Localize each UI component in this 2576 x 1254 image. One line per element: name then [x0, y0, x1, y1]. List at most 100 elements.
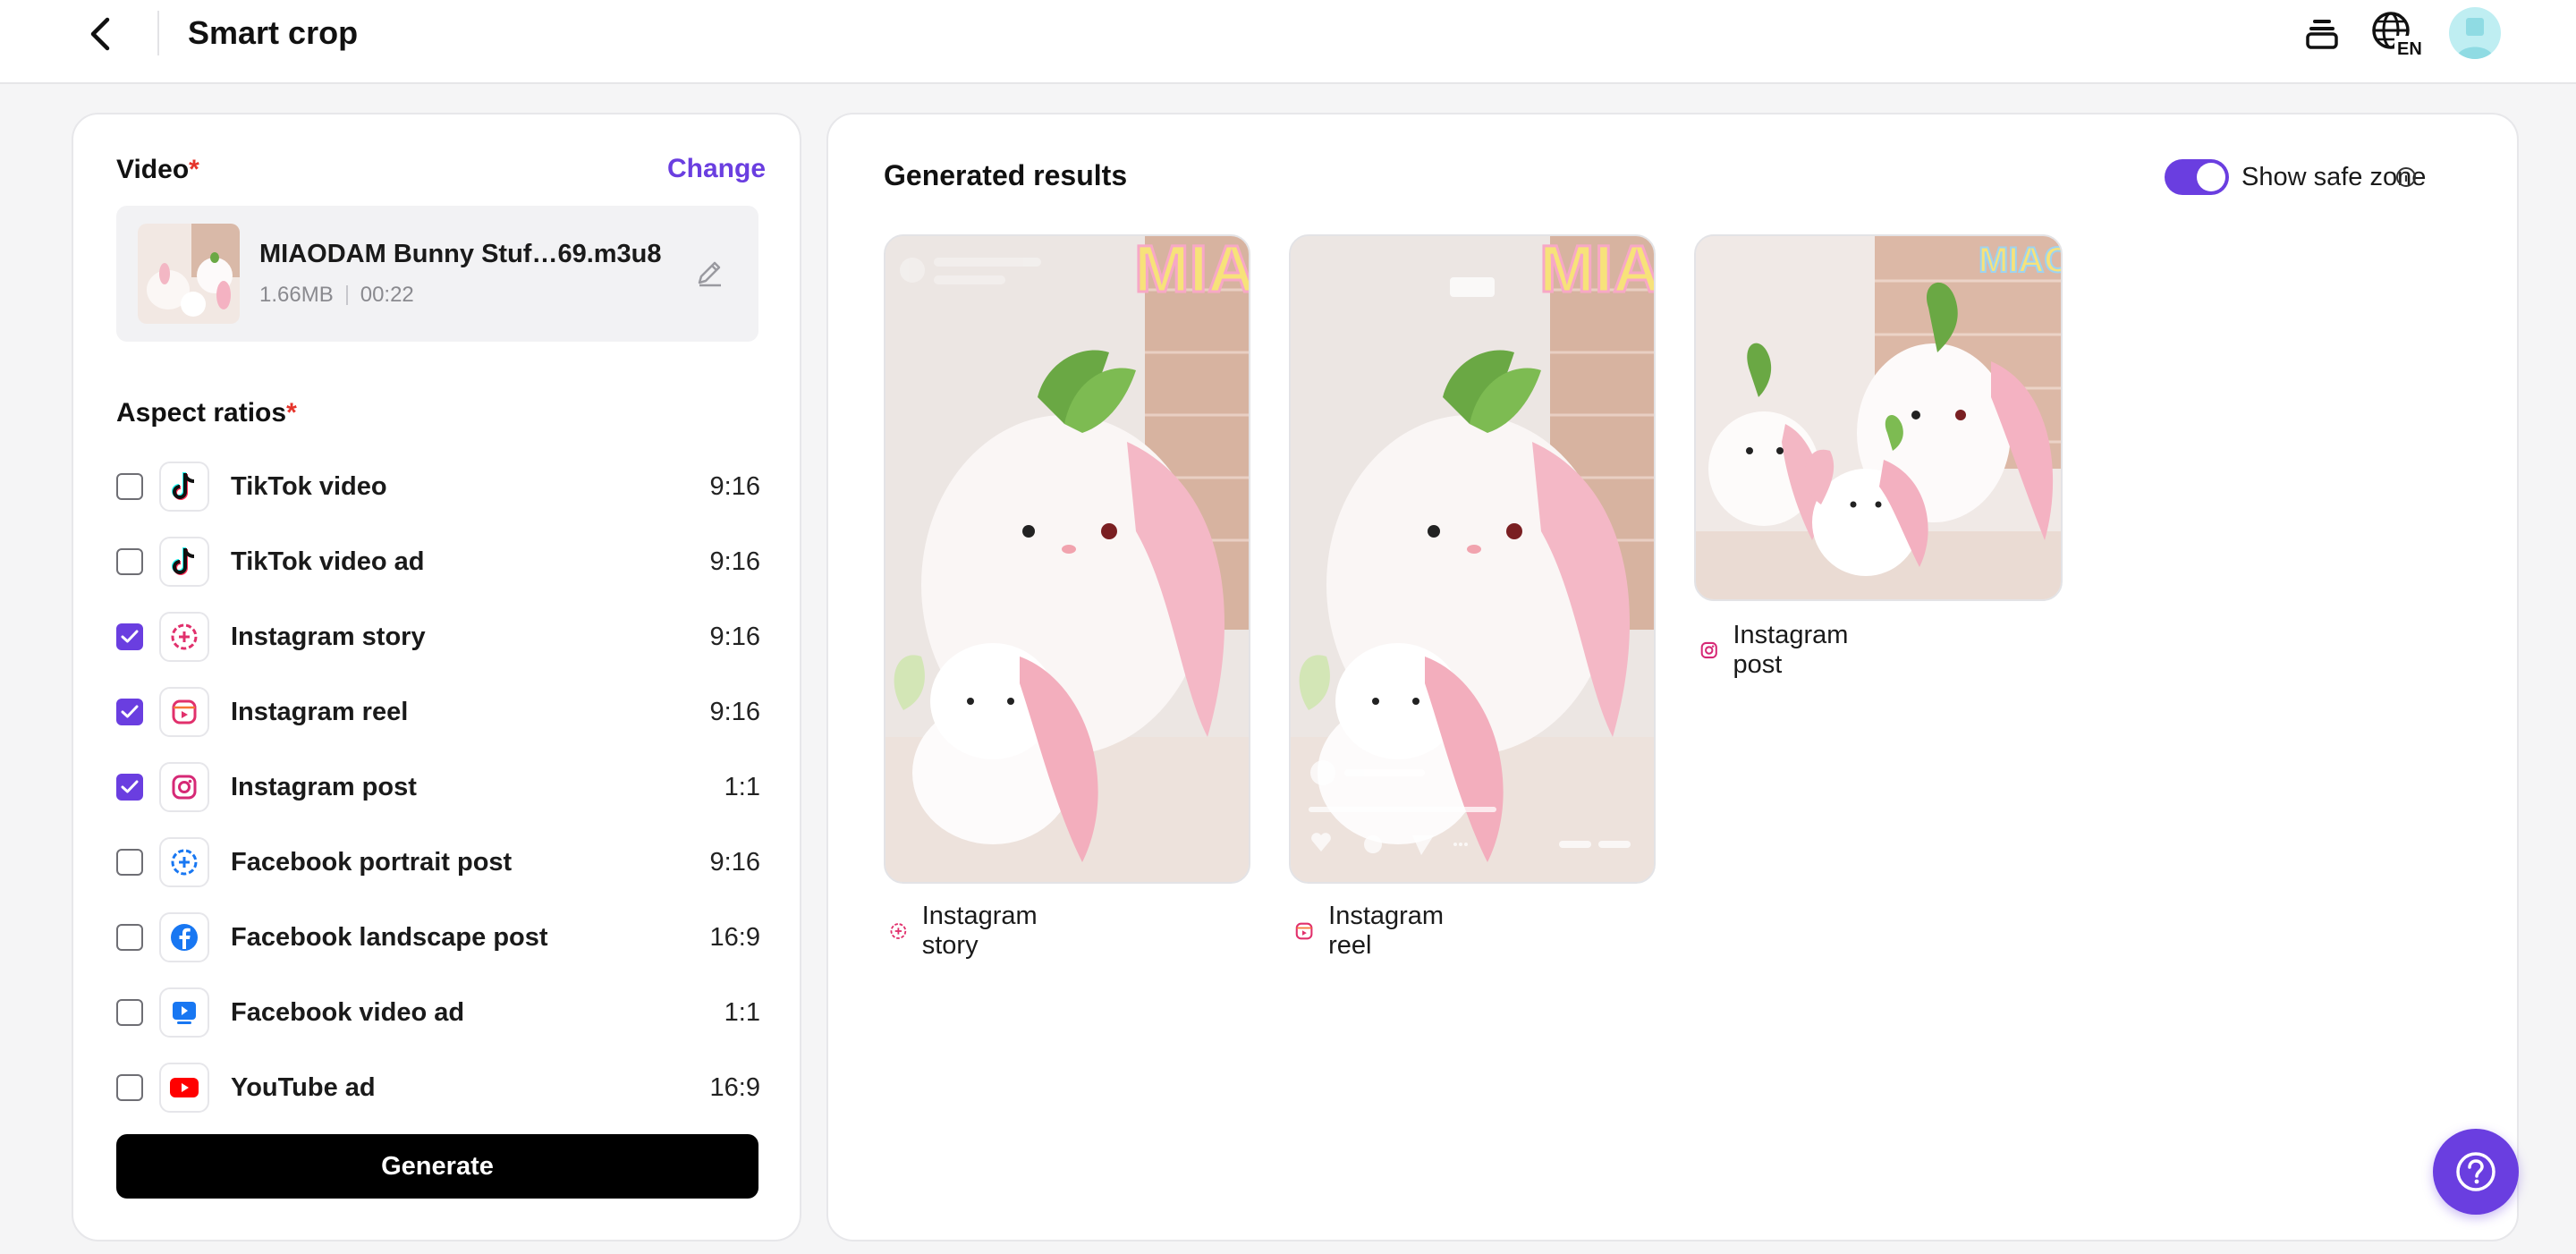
- checkbox-youtube-ad[interactable]: [116, 1074, 143, 1101]
- ratio-row-facebook-portrait-post[interactable]: Facebook portrait post 9:16: [116, 825, 760, 900]
- thumbnail-overlay-text: MIAO: [1539, 236, 1654, 306]
- ratio-label: Facebook video ad: [231, 998, 653, 1028]
- checkmark-icon: [121, 780, 139, 794]
- ratio-label: Instagram story: [231, 623, 653, 652]
- ratio-value: 1:1: [653, 998, 760, 1028]
- aspect-ratios-label: Aspect ratios*: [116, 397, 297, 429]
- ratio-label: Facebook landscape post: [231, 923, 653, 953]
- checkbox-tiktok-video[interactable]: [116, 473, 143, 500]
- ratio-row-instagram-reel[interactable]: Instagram reel 9:16: [116, 674, 760, 750]
- ratio-value: 16:9: [653, 1073, 760, 1103]
- ratio-row-instagram-post[interactable]: Instagram post 1:1: [116, 750, 760, 825]
- video-duration: 00:22: [360, 283, 414, 308]
- layers-button[interactable]: [2299, 9, 2345, 59]
- result-caption-text: Instagram reel: [1328, 902, 1451, 961]
- ratio-row-facebook-landscape-post[interactable]: Facebook landscape post 16:9: [116, 900, 760, 975]
- safe-zone-toggle[interactable]: [2165, 159, 2229, 195]
- avatar[interactable]: [2449, 7, 2501, 59]
- checkbox-instagram-post[interactable]: [116, 774, 143, 801]
- checkbox-facebook-portrait-post[interactable]: [116, 849, 143, 876]
- required-mark: *: [189, 155, 199, 184]
- results-panel: Generated results Show safe zone MIAO: [826, 113, 2519, 1241]
- ratio-row-tiktok-video-ad[interactable]: TikTok video ad 9:16: [116, 524, 760, 599]
- header-divider: [157, 11, 159, 55]
- checkbox-facebook-landscape-post[interactable]: [116, 924, 143, 951]
- required-mark: *: [286, 398, 297, 428]
- bunny-plush-image: MIAO: [1696, 236, 2061, 599]
- ratio-value: 9:16: [653, 848, 760, 877]
- video-meta: 1.66MB 00:22: [259, 283, 414, 308]
- bunny-plush-image: MIAO: [1291, 236, 1654, 882]
- result-caption: Instagram reel: [1294, 902, 1451, 961]
- bunny-plush-image: MIAO: [886, 236, 1249, 882]
- result-caption-text: Instagram story: [922, 902, 1046, 961]
- rename-video-button[interactable]: [689, 252, 730, 293]
- results-title: Generated results: [884, 157, 1127, 193]
- top-bar: Smart crop EN: [0, 0, 2576, 84]
- result-thumbnail[interactable]: MIAO: [1694, 234, 2063, 601]
- tiktok-icon: [159, 537, 209, 587]
- help-button[interactable]: [2433, 1129, 2519, 1215]
- ratio-row-facebook-video-ad[interactable]: Facebook video ad 1:1: [116, 975, 760, 1050]
- result-thumbnail[interactable]: MIAO: [884, 234, 1250, 884]
- instagram-story-icon: [889, 918, 908, 945]
- checkbox-instagram-story[interactable]: [116, 623, 143, 650]
- tiktok-icon: [159, 462, 209, 512]
- ratio-row-youtube-ad[interactable]: YouTube ad 16:9: [116, 1050, 760, 1125]
- ratio-label: TikTok video ad: [231, 547, 653, 577]
- video-card: MIAODAM Bunny Stuf…69.m3u8 1.66MB 00:22: [116, 206, 758, 342]
- aspect-ratios-label-text: Aspect ratios: [116, 398, 286, 428]
- info-icon[interactable]: [2394, 165, 2419, 190]
- ratio-label: Instagram reel: [231, 698, 653, 727]
- generate-button[interactable]: Generate: [116, 1134, 758, 1199]
- ratio-value: 9:16: [653, 472, 760, 502]
- language-badge: EN: [2397, 39, 2422, 57]
- instagram-icon: [1699, 637, 1719, 664]
- toggle-knob: [2197, 163, 2225, 191]
- video-section-label: Video*: [116, 154, 199, 186]
- video-label-text: Video: [116, 155, 189, 184]
- ratio-value: 16:9: [653, 923, 760, 953]
- ratio-row-instagram-story[interactable]: Instagram story 9:16: [116, 599, 760, 674]
- ratio-value: 9:16: [653, 623, 760, 652]
- layers-icon: [2304, 16, 2340, 52]
- aspect-ratio-list: TikTok video 9:16 TikTok video ad 9:16 I…: [116, 449, 760, 1197]
- back-button[interactable]: [82, 13, 118, 55]
- instagram-reel-icon: [159, 687, 209, 737]
- user-avatar-icon: [2449, 7, 2501, 59]
- ratio-value: 9:16: [653, 547, 760, 577]
- globe-language-icon: EN: [2369, 11, 2425, 57]
- instagram-icon: [159, 762, 209, 812]
- facebook-story-icon: [159, 837, 209, 887]
- instagram-story-icon: [159, 612, 209, 662]
- ratio-label: Facebook portrait post: [231, 848, 653, 877]
- thumbnail-overlay-text: MIAO: [1979, 241, 2061, 280]
- checkmark-icon: [121, 705, 139, 719]
- language-button[interactable]: EN: [2368, 9, 2426, 59]
- pencil-icon: [694, 258, 724, 288]
- ratio-label: YouTube ad: [231, 1073, 653, 1103]
- video-file-name: MIAODAM Bunny Stuf…69.m3u8: [259, 238, 662, 270]
- meta-separator: [346, 285, 348, 305]
- checkbox-tiktok-video-ad[interactable]: [116, 548, 143, 575]
- result-caption-text: Instagram post: [1733, 621, 1856, 680]
- ratio-label: Instagram post: [231, 773, 653, 802]
- settings-panel: Video* Change MIAODAM Bunny Stuf…69.m3u8…: [72, 113, 801, 1241]
- result-caption: Instagram post: [1699, 621, 1856, 680]
- question-mark-icon: [2454, 1150, 2497, 1193]
- page-title: Smart crop: [188, 14, 358, 52]
- facebook-video-icon: [159, 987, 209, 1038]
- checkmark-icon: [121, 630, 139, 644]
- result-thumbnail[interactable]: MIAO: [1289, 234, 1656, 884]
- checkbox-instagram-reel[interactable]: [116, 699, 143, 725]
- ratio-value: 9:16: [653, 698, 760, 727]
- ratio-label: TikTok video: [231, 472, 653, 502]
- change-video-link[interactable]: Change: [667, 154, 766, 184]
- checkbox-facebook-video-ad[interactable]: [116, 999, 143, 1026]
- thumbnail-overlay-text: MIAO: [1134, 236, 1249, 306]
- ratio-row-tiktok-video[interactable]: TikTok video 9:16: [116, 449, 760, 524]
- facebook-icon: [159, 912, 209, 962]
- ratio-value: 1:1: [653, 773, 760, 802]
- result-caption: Instagram story: [889, 902, 1046, 961]
- youtube-icon: [159, 1063, 209, 1113]
